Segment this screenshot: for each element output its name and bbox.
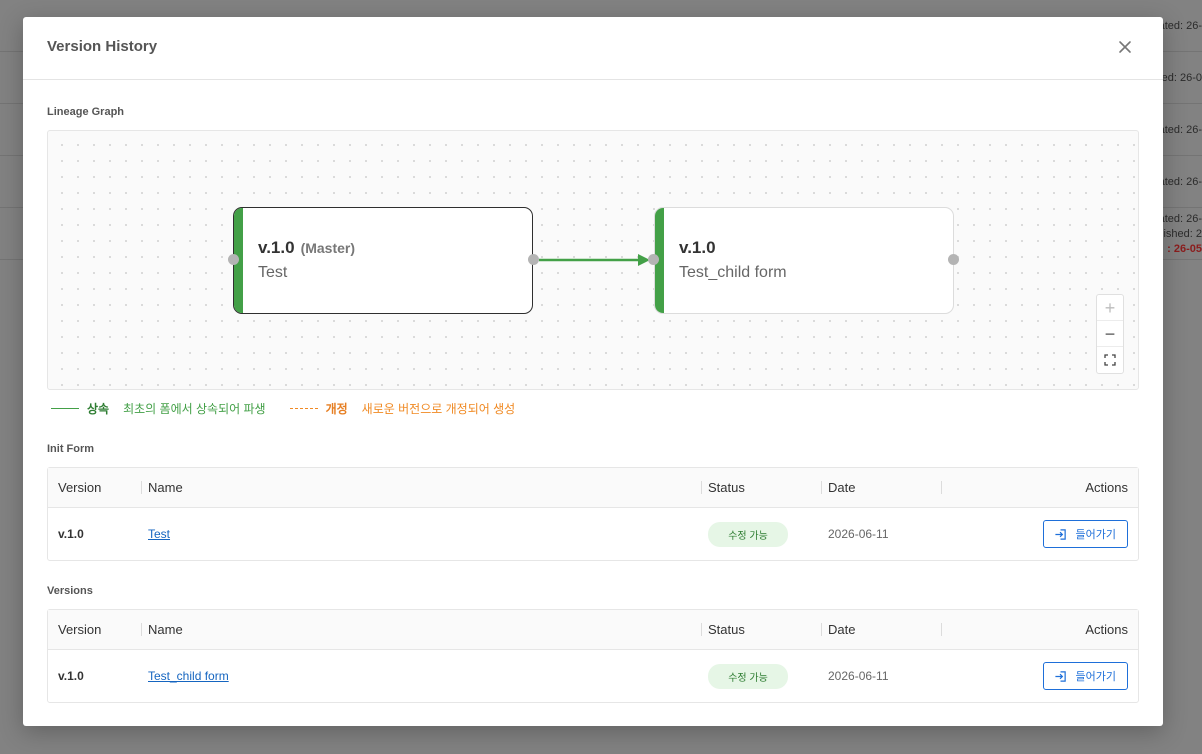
background-row-text: lished: 2 xyxy=(1161,228,1202,240)
column-divider xyxy=(941,481,942,494)
node-version-text: v.1.0 xyxy=(679,238,716,257)
column-divider xyxy=(821,623,822,636)
modal-header: Version History xyxy=(23,17,1163,80)
table-row: v.1.0 Test 수정 가능 2026-06-11 들어가기 xyxy=(48,508,1138,560)
table-header: Version Name Status Date Actions xyxy=(48,468,1138,508)
background-row-text: : 26-05 xyxy=(1167,243,1202,255)
node-version: v.1.0 xyxy=(679,238,716,258)
node-handle[interactable] xyxy=(948,254,959,265)
background-row-text: ated: 26- xyxy=(1158,20,1202,32)
modal-title: Version History xyxy=(47,38,158,55)
zoom-in-button[interactable]: + xyxy=(1097,295,1123,321)
enter-button[interactable]: 들어가기 xyxy=(1042,520,1128,548)
version-history-modal: Version History Lineage Graph v.1.0 (Mast… xyxy=(23,17,1163,726)
table-row: v.1.0 Test_child form 수정 가능 2026-06-11 들… xyxy=(48,650,1138,702)
node-handle[interactable] xyxy=(528,254,539,265)
login-arrow-icon xyxy=(1054,670,1066,682)
column-divider xyxy=(701,623,702,636)
login-arrow-icon xyxy=(1054,528,1066,540)
node-version-text: v.1.0 xyxy=(258,238,295,257)
column-header-status: Status xyxy=(708,480,745,495)
inherit-legend-desc: 최초의 폼에서 상속되어 파생 xyxy=(123,402,266,416)
background-row-text: ated: 26- xyxy=(1158,213,1202,225)
fullscreen-icon[interactable] xyxy=(1097,347,1123,373)
inherit-legend-key: 상속 xyxy=(87,402,110,416)
row-date: 2026-06-11 xyxy=(828,669,889,683)
background-row-text: ated: 26- xyxy=(1158,176,1202,188)
column-header-date: Date xyxy=(828,622,856,637)
enter-button-label: 들어가기 xyxy=(1075,671,1116,683)
row-name-link[interactable]: Test_child form xyxy=(148,669,229,683)
column-header-name: Name xyxy=(148,480,183,495)
column-divider xyxy=(821,481,822,494)
lineage-node-master[interactable]: v.1.0 (Master) Test xyxy=(233,207,533,314)
lineage-legend: 상속 최초의 폼에서 상속되어 파생 개정 새로운 버전으로 개정되어 생성 xyxy=(51,400,515,417)
column-divider xyxy=(941,623,942,636)
row-version: v.1.0 xyxy=(58,527,84,541)
inherit-legend-line xyxy=(51,408,79,409)
status-badge: 수정 가능 xyxy=(708,663,788,689)
table-header: Version Name Status Date Actions xyxy=(48,610,1138,650)
node-handle[interactable] xyxy=(648,254,659,265)
column-divider xyxy=(141,481,142,494)
background-row-text: ated: 26- xyxy=(1158,124,1202,136)
revise-legend-line xyxy=(289,408,318,409)
lineage-graph-label: Lineage Graph xyxy=(47,106,125,118)
node-handle[interactable] xyxy=(228,254,239,265)
node-master-tag: (Master) xyxy=(300,240,356,256)
revise-legend-key: 개정 xyxy=(325,402,348,416)
init-form-table: Version Name Status Date Actions v.1.0 T… xyxy=(47,467,1139,561)
close-icon[interactable] xyxy=(1117,39,1133,55)
lineage-graph[interactable]: v.1.0 (Master) Test v.1.0 Test_child form… xyxy=(47,130,1139,390)
versions-label: Versions xyxy=(47,585,93,597)
column-header-date: Date xyxy=(828,480,856,495)
node-name: Test xyxy=(258,264,288,281)
column-header-actions: Actions xyxy=(1085,480,1128,495)
enter-button-label: 들어가기 xyxy=(1075,529,1116,541)
column-header-actions: Actions xyxy=(1085,622,1128,637)
versions-table: Version Name Status Date Actions v.1.0 T… xyxy=(47,609,1139,703)
row-version: v.1.0 xyxy=(58,669,84,683)
node-version: v.1.0 (Master) xyxy=(258,238,355,258)
column-header-version: Version xyxy=(58,622,102,637)
status-badge: 수정 가능 xyxy=(708,521,788,547)
revise-legend-desc: 새로운 버전으로 개정되어 생성 xyxy=(361,402,516,416)
node-name: Test_child form xyxy=(679,264,787,281)
graph-zoom-controls: + − xyxy=(1096,294,1124,374)
row-name-link[interactable]: Test xyxy=(148,527,170,541)
column-divider xyxy=(701,481,702,494)
row-date: 2026-06-11 xyxy=(828,527,889,541)
enter-button[interactable]: 들어가기 xyxy=(1042,662,1128,690)
column-header-status: Status xyxy=(708,622,745,637)
lineage-node-child[interactable]: v.1.0 Test_child form xyxy=(654,207,954,314)
column-divider xyxy=(141,623,142,636)
column-header-version: Version xyxy=(58,480,102,495)
init-form-label: Init Form xyxy=(47,443,95,455)
lineage-edge xyxy=(539,254,650,266)
column-header-name: Name xyxy=(148,622,183,637)
zoom-out-button[interactable]: − xyxy=(1097,321,1123,347)
